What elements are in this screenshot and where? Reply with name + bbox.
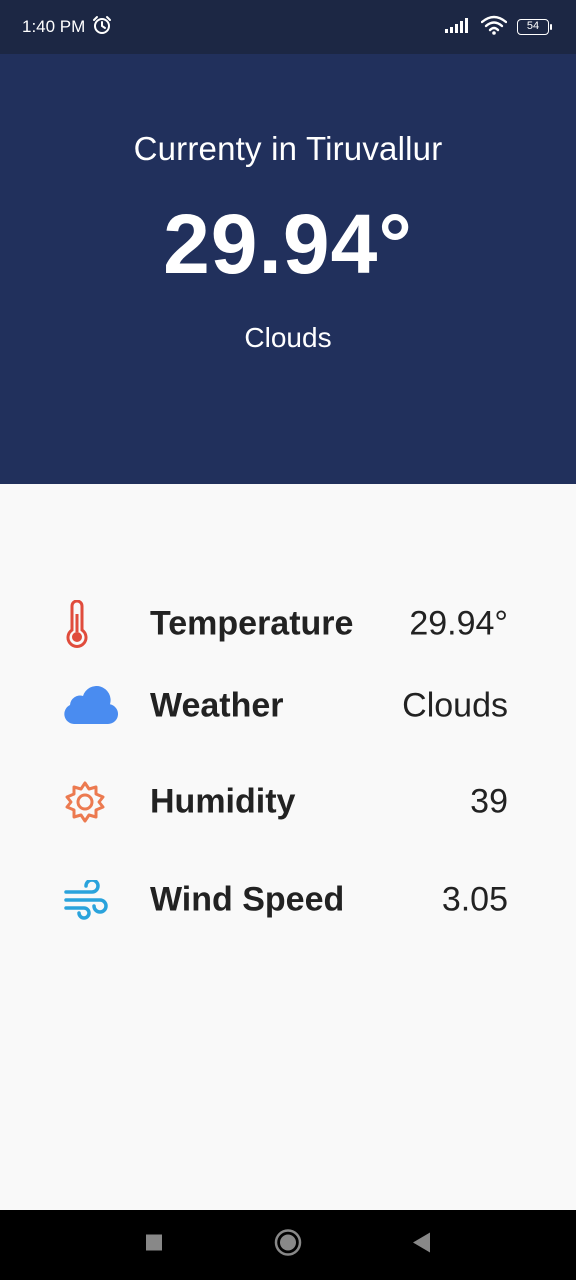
status-left: 1:40 PM — [22, 14, 113, 41]
alarm-icon — [91, 14, 113, 41]
location-title: Currenty in Tiruvallur — [133, 130, 443, 167]
thermometer-icon — [62, 598, 124, 650]
detail-row-weather: Weather Clouds — [62, 676, 508, 736]
detail-row-wind-speed: Wind Speed 3.05 — [62, 870, 508, 930]
detail-value: 3.05 — [441, 880, 508, 919]
status-time: 1:40 PM — [22, 17, 86, 36]
current-temperature: 29.94° — [163, 197, 413, 291]
detail-row-temperature: Temperature 29.94° — [62, 594, 508, 654]
detail-value: 29.94° — [409, 604, 508, 643]
triangle-back-icon — [413, 1232, 430, 1253]
detail-label: Weather — [150, 686, 284, 725]
square-icon — [146, 1234, 162, 1251]
weather-header: Currenty in Tiruvallur 29.94° Clouds — [0, 54, 576, 484]
status-bar: 1:40 PM 54 — [0, 0, 576, 54]
navigation-bar — [0, 1210, 576, 1280]
detail-label: Temperature — [150, 604, 354, 643]
home-button[interactable] — [274, 1229, 302, 1262]
current-condition: Clouds — [244, 322, 332, 353]
signal-icon — [445, 17, 471, 38]
weather-details: Temperature 29.94° Weather Clouds Humidi… — [0, 484, 576, 1210]
detail-value: Clouds — [402, 686, 508, 725]
battery-tip — [550, 24, 552, 30]
battery-icon: 54 — [517, 19, 552, 35]
circle-icon — [274, 1229, 302, 1256]
cloud-icon — [62, 680, 124, 732]
detail-row-humidity: Humidity 39 — [62, 772, 508, 832]
sun-gear-icon — [62, 776, 124, 828]
detail-label: Wind Speed — [150, 880, 345, 919]
wifi-icon — [480, 15, 508, 40]
detail-value: 39 — [470, 782, 508, 821]
wind-icon — [62, 874, 124, 926]
back-button[interactable] — [411, 1232, 431, 1259]
detail-label: Humidity — [150, 782, 296, 821]
recents-button[interactable] — [145, 1234, 163, 1257]
battery-level: 54 — [517, 19, 549, 35]
status-right: 54 — [445, 15, 552, 40]
